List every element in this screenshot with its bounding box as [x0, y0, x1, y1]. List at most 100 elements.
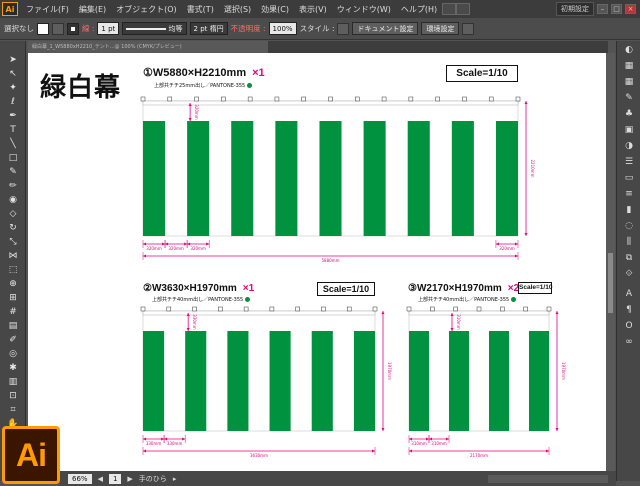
artboard-canvas[interactable]: 緑白幕 ①W5880×H2210mm ×1 上部共チチ25mm出し／PANTONE… [28, 53, 613, 471]
banner3-dim-stripe1-label: 310mm [411, 441, 427, 446]
type-tool-icon[interactable]: T [6, 125, 20, 135]
artboard-number[interactable]: 1 [108, 473, 122, 484]
rectangle-tool-icon[interactable]: □ [6, 153, 20, 163]
banner1-stripe [363, 121, 386, 236]
document-tab-bar: 緑白幕_1_W5880xH2210_テント...@ 100% (CMYK/プレビ… [28, 41, 608, 53]
banner1-dim-stripe3-label: 320mm [190, 246, 206, 251]
symbol-sprayer-tool-icon[interactable]: ✱ [6, 363, 20, 373]
stroke-weight-field[interactable]: 1 pt [97, 22, 120, 35]
artboards-panel-icon[interactable]: ▭ [623, 173, 635, 183]
banner2-stripe [353, 331, 375, 431]
gradient-panel-icon[interactable]: ▮ [623, 205, 635, 215]
fill-dropdown-icon[interactable] [52, 22, 64, 35]
zoom-level[interactable]: 66% [68, 473, 92, 484]
paragraph-panel-icon[interactable]: ¶ [623, 305, 635, 315]
opentype-panel-icon[interactable]: O [623, 321, 635, 331]
selection-tool-icon[interactable]: ➤ [6, 55, 20, 65]
shape-builder-tool-icon[interactable]: ⊕ [6, 279, 20, 289]
variable-width-profile[interactable]: 均等 [122, 22, 187, 35]
vertical-scrollbar[interactable] [606, 53, 615, 471]
gradient-tool-icon[interactable]: ▤ [6, 321, 20, 331]
banner1-dim-tab-label: 320mm [194, 104, 199, 120]
rotate-tool-icon[interactable]: ↻ [6, 223, 20, 233]
blend-tool-icon[interactable]: ◎ [6, 349, 20, 359]
slice-tool-icon[interactable]: ⌗ [6, 405, 20, 415]
brush-definition[interactable]: 2 pt 楕円 [189, 22, 228, 35]
graphic-styles-panel-icon[interactable]: ▣ [623, 125, 635, 135]
transform-panel-icon[interactable]: ⟐ [623, 269, 635, 279]
perspective-grid-tool-icon[interactable]: ⊞ [6, 293, 20, 303]
banner1-tab [140, 96, 146, 102]
menu-type[interactable]: 書式(T) [182, 4, 219, 15]
menu-effect[interactable]: 効果(C) [256, 4, 294, 15]
eyedropper-tool-icon[interactable]: ✐ [6, 335, 20, 345]
stroke-swatch[interactable] [67, 22, 79, 35]
preferences-button[interactable]: 環境設定 [421, 22, 460, 35]
menu-help[interactable]: ヘルプ(H) [396, 4, 442, 15]
links-panel-icon[interactable]: ∞ [623, 337, 635, 347]
banner2-tab [269, 306, 275, 312]
scrollbar-thumb[interactable] [608, 253, 613, 313]
column-graph-tool-icon[interactable]: ▥ [6, 377, 20, 387]
document-setup-button[interactable]: ドキュメント設定 [352, 22, 419, 35]
banner3-scale: Scale=1/10 [518, 282, 552, 294]
pathfinder-panel-icon[interactable]: ⧉ [623, 253, 635, 263]
menu-select[interactable]: 選択(S) [219, 4, 256, 15]
free-transform-tool-icon[interactable]: ⬚ [6, 265, 20, 275]
color-panel-icon[interactable]: ◐ [623, 45, 635, 55]
opacity-label[interactable]: 不透明度 : [231, 23, 266, 34]
minimize-icon[interactable]: – [597, 4, 608, 14]
arrange-documents-icon[interactable] [456, 3, 471, 15]
status-menu-icon[interactable]: ▸ [173, 475, 177, 483]
align-panel-icon[interactable]: ⫼ [623, 237, 635, 247]
banner1-dim-height-label: 2210mm [530, 160, 535, 178]
bridge-icon[interactable] [442, 3, 457, 15]
current-tool-status: 手のひら [138, 474, 167, 483]
scale-tool-icon[interactable]: ⤡ [6, 237, 20, 247]
banner1-dim-width-label: 5880mm [322, 258, 340, 263]
width-tool-icon[interactable]: ⋈ [6, 251, 20, 261]
symbols-panel-icon[interactable]: ♣ [623, 109, 635, 119]
layers-panel-icon[interactable]: ☰ [623, 157, 635, 167]
menu-window[interactable]: ウィンドウ(W) [332, 4, 396, 15]
line-tool-icon[interactable]: ╲ [6, 139, 20, 149]
arrange-icon[interactable] [462, 22, 475, 35]
maximize-icon[interactable]: □ [611, 4, 622, 14]
transparency-panel-icon[interactable]: ◌ [623, 221, 635, 231]
banner1-tab [355, 96, 360, 102]
pen-tool-icon[interactable]: ✒ [6, 111, 20, 121]
stroke-panel-icon[interactable]: ≡ [623, 189, 635, 199]
artboard-next-icon[interactable]: ▶ [127, 475, 132, 483]
menu-view[interactable]: 表示(V) [294, 4, 332, 15]
document-tab[interactable]: 緑白幕_1_W5880xH2210_テント...@ 100% (CMYK/プレビ… [28, 41, 268, 53]
mesh-tool-icon[interactable]: # [6, 307, 20, 317]
menu-file[interactable]: ファイル(F) [21, 4, 74, 15]
close-icon[interactable]: × [625, 4, 636, 14]
menu-edit[interactable]: 編集(E) [74, 4, 111, 15]
appearance-panel-icon[interactable]: ◑ [623, 141, 635, 151]
illustrator-window: Ai ファイル(F) 編集(E) オブジェクト(O) 書式(T) 選択(S) 効… [0, 0, 640, 486]
opacity-field[interactable]: 100% [268, 22, 297, 35]
banner2-dim-tab-label: 330mm [192, 314, 197, 330]
character-panel-icon[interactable]: A [623, 289, 635, 299]
artboard-prev-icon[interactable]: ◀ [98, 475, 103, 483]
artboard-tool-icon[interactable]: ⊡ [6, 391, 20, 401]
swatches-panel-icon[interactable]: ▦ [623, 77, 635, 87]
banner3-tab [500, 306, 505, 312]
menu-object[interactable]: オブジェクト(O) [111, 4, 182, 15]
lasso-tool-icon[interactable]: ℓ [6, 97, 20, 107]
banner1-stripe [275, 121, 298, 236]
magic-wand-tool-icon[interactable]: ✦ [6, 83, 20, 93]
blob-brush-tool-icon[interactable]: ◉ [6, 195, 20, 205]
brushes-panel-icon[interactable]: ✎ [623, 93, 635, 103]
direct-selection-tool-icon[interactable]: ↖ [6, 69, 20, 79]
paintbrush-tool-icon[interactable]: ✎ [6, 167, 20, 177]
stroke-label[interactable]: 線 : [82, 23, 94, 34]
color-guide-panel-icon[interactable]: ▦ [623, 61, 635, 71]
workspace-switcher[interactable]: 初期設定 [556, 2, 594, 16]
graphic-style-icon[interactable] [337, 22, 350, 35]
fill-swatch[interactable] [37, 22, 49, 35]
pencil-tool-icon[interactable]: ✏ [6, 181, 20, 191]
eraser-tool-icon[interactable]: ◇ [6, 209, 20, 219]
horizontal-scrollbar[interactable] [488, 474, 608, 483]
